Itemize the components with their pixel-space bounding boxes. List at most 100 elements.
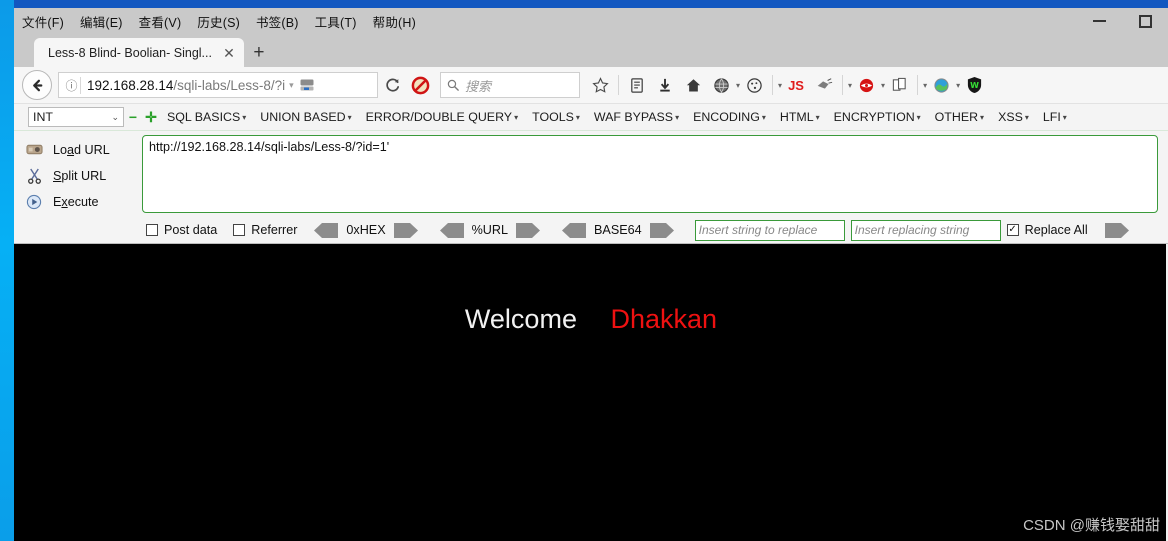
post-data-option[interactable]: Post data (146, 223, 217, 237)
cookie-icon[interactable] (740, 71, 768, 99)
browser-tab-active[interactable]: Less-8 Blind- Boolian- Singl... ✕ (34, 38, 244, 67)
url-host: 192.168.28.14 (87, 77, 174, 93)
watermark-text: CSDN @赚钱娶甜甜 (1023, 517, 1160, 534)
replace-with-input[interactable]: Insert replacing string (850, 219, 1001, 241)
maximize-icon (1138, 14, 1152, 28)
screen: 文件(F) 编辑(E) 查看(V) 历史(S) 书签(B) 工具(T) 帮助(H… (0, 0, 1168, 541)
url-encode-label: %URL (471, 223, 509, 237)
shield-icon[interactable]: W (960, 71, 988, 99)
toolbar-divider (842, 75, 844, 95)
referrer-checkbox[interactable] (233, 224, 246, 236)
hackbar-menu-label: LFI (1042, 110, 1061, 124)
welcome-heading: Welcome Dhakkan (14, 304, 1168, 335)
tab-strip: Less-8 Blind- Boolian- Singl... ✕ + (14, 34, 1168, 67)
hackbar-menu-lfi[interactable]: LFI ▾ (1036, 110, 1074, 124)
hackbar-menu-union-based[interactable]: UNION BASED ▾ (253, 110, 358, 124)
execute-icon (24, 194, 44, 210)
injection-type-select[interactable]: INT ⌄ (28, 107, 124, 127)
window-controls (1076, 8, 1168, 34)
library-icon[interactable] (623, 71, 651, 99)
menu-item-tools[interactable]: 工具(T) (307, 10, 365, 33)
post-data-checkbox[interactable] (146, 224, 158, 236)
spray-icon[interactable] (810, 71, 838, 99)
url-decode-button[interactable] (439, 222, 465, 238)
menu-item-history[interactable]: 历史(S) (189, 10, 248, 33)
dark-globe-icon[interactable] (707, 71, 735, 99)
url-textarea[interactable]: http://192.168.28.14/sqli-labs/Less-8/?i… (142, 135, 1158, 213)
new-tab-button[interactable]: + (244, 38, 274, 67)
search-box[interactable]: 搜索 (440, 72, 580, 98)
replace-all-checkbox[interactable]: ✓ (1006, 224, 1019, 236)
hackbar-menu-waf-bypass[interactable]: WAF BYPASS ▾ (587, 110, 686, 124)
chevron-down-icon: ▾ (761, 113, 766, 123)
extension-toolbar: ▾ ▾ JS ▾ ▾ ▾ ▾ W (586, 71, 988, 99)
add-button[interactable]: ✛ (142, 110, 160, 124)
url-encode-button[interactable] (515, 222, 541, 238)
hex-encode-button[interactable] (393, 222, 419, 238)
replace-all-label: Replace All (1024, 223, 1088, 237)
toolbar-divider (618, 75, 619, 95)
page-info-icon[interactable]: ⓘ (63, 76, 81, 94)
injection-type-value: INT (33, 110, 53, 124)
replace-all-option[interactable]: ✓ Replace All (1006, 223, 1088, 237)
chevron-down-icon[interactable]: ▾ (289, 80, 294, 91)
username-text: Dhakkan (610, 304, 718, 334)
split-url-button[interactable]: Split URL (24, 163, 142, 189)
menu-item-file[interactable]: 文件(F) (14, 10, 72, 33)
downloads-icon[interactable] (651, 71, 679, 99)
referrer-label: Referrer (251, 223, 298, 237)
toolbar-divider (772, 75, 774, 95)
minimize-button[interactable] (1076, 8, 1122, 34)
chevron-down-icon: ▾ (242, 113, 247, 123)
load-url-button[interactable]: Load URL (24, 137, 142, 163)
hackbar-menu-sql-basics[interactable]: SQL BASICS ▾ (160, 110, 253, 124)
remove-button[interactable]: − (124, 110, 142, 124)
referrer-option[interactable]: Referrer (233, 223, 297, 237)
menu-item-bookmarks[interactable]: 书签(B) (248, 10, 307, 33)
browser-window: 文件(F) 编辑(E) 查看(V) 历史(S) 书签(B) 工具(T) 帮助(H… (14, 0, 1168, 541)
javascript-toggle-icon[interactable]: JS (782, 71, 810, 99)
home-icon[interactable] (679, 71, 707, 99)
replace-apply-button[interactable] (1104, 222, 1130, 238)
minimize-icon (1092, 20, 1106, 22)
hackbar-menu-encryption[interactable]: ENCRYPTION ▾ (827, 110, 928, 124)
hackbar-options-row: Post data Referrer 0xHEX %URL BASE64 Ins… (14, 217, 1168, 244)
base64-encode-button[interactable] (649, 222, 675, 238)
replace-search-input[interactable]: Insert string to replace (694, 219, 845, 241)
reload-button[interactable] (378, 71, 406, 99)
hex-label: 0xHEX (346, 223, 386, 237)
tab-title: Less-8 Blind- Boolian- Singl... (48, 45, 212, 60)
noscript-icon[interactable] (406, 71, 434, 99)
hackbar-icon[interactable] (852, 71, 880, 99)
chevron-down-icon: ▾ (347, 113, 352, 123)
address-bar[interactable]: ⓘ 192.168.28.14/sqli-labs/Less-8/?i ▾ (58, 72, 378, 98)
url-path: /sqli-labs/Less-8/?i (173, 77, 286, 93)
back-button[interactable] (22, 70, 52, 100)
menu-item-help[interactable]: 帮助(H) (365, 10, 424, 33)
hackbar-menu-tools[interactable]: TOOLS ▾ (525, 110, 587, 124)
window-titlebar (14, 0, 1168, 8)
bookmark-star-icon[interactable] (586, 71, 614, 99)
save-page-icon[interactable] (299, 78, 315, 92)
page-source-icon[interactable] (885, 71, 913, 99)
menu-item-edit[interactable]: 编辑(E) (72, 10, 131, 33)
close-icon[interactable]: ✕ (220, 44, 238, 62)
url-coder-group: %URL (439, 222, 541, 238)
hex-decode-button[interactable] (313, 222, 339, 238)
execute-button[interactable]: Execute (24, 189, 142, 215)
chevron-down-icon: ▾ (1062, 113, 1067, 123)
hackbar-menu-other[interactable]: OTHER ▾ (928, 110, 991, 124)
hackbar-menu-error-double-query[interactable]: ERROR/DOUBLE QUERY ▾ (359, 110, 525, 124)
hackbar-action-list: Load URL Split URL Execute (24, 135, 142, 215)
menu-item-view[interactable]: 查看(V) (131, 10, 190, 33)
split-url-label: Split URL (53, 169, 107, 183)
hackbar-menu-encoding[interactable]: ENCODING ▾ (686, 110, 773, 124)
color-globe-icon[interactable] (927, 71, 955, 99)
hackbar-menu-label: ERROR/DOUBLE QUERY (365, 110, 513, 124)
hackbar-menu-html[interactable]: HTML ▾ (773, 110, 827, 124)
chevron-down-icon: ▾ (514, 113, 519, 123)
base64-decode-button[interactable] (561, 222, 587, 238)
maximize-button[interactable] (1122, 8, 1168, 34)
hackbar-menu-xss[interactable]: XSS ▾ (991, 110, 1036, 124)
chevron-down-icon: ▾ (815, 113, 820, 123)
